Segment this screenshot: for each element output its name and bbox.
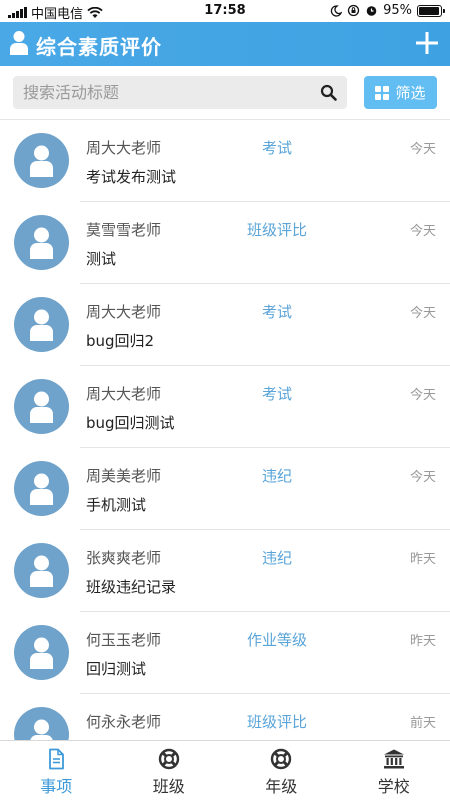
activity-list: 周大大老师 考试 今天 考试发布测试 莫雪雪老师 班级评比 今天 测试 周大大老师 考试 今天 bug… — [0, 120, 450, 740]
teacher-name: 周大大老师 — [86, 385, 162, 403]
list-item[interactable]: 莫雪雪老师 班级评比 今天测试 — [0, 202, 450, 284]
document-icon — [49, 748, 65, 770]
activity-title: 回归测试 — [86, 660, 147, 678]
list-item[interactable]: 何永永老师 班级评比 前天 — [0, 694, 450, 740]
activity-title: 考试发布测试 — [86, 168, 177, 186]
tab-label: 学校 — [377, 777, 410, 796]
battery-percent: 95% — [383, 3, 412, 18]
avatar — [14, 215, 69, 270]
category-label: 考试 — [261, 303, 292, 321]
avatar — [14, 133, 69, 188]
user-avatar-icon — [30, 473, 53, 505]
user-avatar-icon — [30, 555, 53, 587]
search-bar: 筛选 — [0, 66, 450, 120]
list-item[interactable]: 周美美老师 违纪 今天手机测试 — [0, 448, 450, 530]
lifebuoy-icon — [271, 748, 292, 770]
user-avatar-icon — [30, 227, 53, 259]
avatar — [14, 543, 69, 598]
list-item[interactable]: 周大大老师 考试 今天 bug回归测试 — [0, 366, 450, 448]
search-box[interactable] — [13, 76, 347, 109]
avatar — [14, 379, 69, 434]
rotation-lock-icon — [347, 4, 360, 17]
date-label: 今天 — [409, 224, 436, 239]
date-label: 前天 — [409, 716, 436, 731]
list-item[interactable]: 张爽爽老师 违纪 昨天班级违纪记录 — [0, 530, 450, 612]
avatar — [14, 461, 69, 516]
user-avatar-icon — [30, 719, 53, 740]
tab-label: 年级 — [265, 777, 298, 796]
filter-label: 筛选 — [395, 84, 426, 102]
school-building-icon — [383, 749, 404, 769]
moon-icon — [330, 4, 343, 17]
filter-button[interactable]: 筛选 — [364, 76, 437, 109]
status-bar: 中国电信 17:58 95% — [0, 0, 450, 22]
category-label: 违纪 — [261, 467, 292, 485]
activity-title: 手机测试 — [86, 496, 147, 514]
teacher-name: 周大大老师 — [86, 303, 162, 321]
date-label: 今天 — [409, 388, 436, 403]
app-header: 综合素质评价 — [0, 22, 450, 66]
activity-title: 测试 — [86, 250, 117, 268]
search-icon[interactable] — [320, 84, 337, 101]
user-icon — [10, 31, 28, 55]
category-label: 班级评比 — [246, 221, 307, 239]
teacher-name: 周美美老师 — [86, 467, 162, 485]
tab-grade[interactable]: 年级 — [225, 741, 338, 800]
category-label: 考试 — [261, 139, 292, 157]
teacher-name: 何永永老师 — [86, 713, 162, 731]
battery-icon — [417, 4, 445, 17]
list-item[interactable]: 何玉玉老师 作业等级 昨天回归测试 — [0, 612, 450, 694]
date-label: 昨天 — [409, 552, 436, 567]
date-label: 今天 — [409, 470, 436, 485]
date-label: 昨天 — [409, 634, 436, 649]
list-item[interactable]: 周大大老师 考试 今天考试发布测试 — [0, 120, 450, 202]
plus-icon[interactable] — [414, 30, 440, 56]
teacher-name: 何玉玉老师 — [86, 631, 162, 649]
date-label: 今天 — [409, 306, 436, 321]
tab-matters[interactable]: 事项 — [0, 741, 113, 800]
activity-title: bug回归2 — [86, 332, 155, 350]
activity-title: bug回归测试 — [86, 414, 175, 432]
alarm-icon — [366, 6, 377, 16]
teacher-name: 张爽爽老师 — [86, 549, 162, 567]
tab-label: 事项 — [40, 777, 73, 796]
category-label: 违纪 — [261, 549, 292, 567]
lifebuoy-icon — [158, 748, 179, 770]
user-avatar-icon — [30, 145, 53, 177]
category-label: 班级评比 — [246, 713, 307, 731]
page-title: 综合素质评价 — [36, 35, 162, 59]
date-label: 今天 — [409, 142, 436, 157]
user-avatar-icon — [30, 309, 53, 341]
teacher-name: 莫雪雪老师 — [86, 221, 162, 239]
tab-bar: 事项 班级 年级 学校 — [0, 740, 450, 800]
tab-school[interactable]: 学校 — [338, 741, 450, 800]
grid-icon — [375, 85, 390, 100]
activity-title: 班级违纪记录 — [86, 578, 177, 596]
user-avatar-icon — [30, 637, 53, 669]
tab-class[interactable]: 班级 — [113, 741, 226, 800]
avatar — [14, 707, 69, 740]
category-label: 作业等级 — [246, 631, 307, 649]
user-avatar-icon — [30, 391, 53, 423]
list-item[interactable]: 周大大老师 考试 今天 bug回归2 — [0, 284, 450, 366]
search-input[interactable] — [13, 76, 313, 109]
tab-label: 班级 — [152, 777, 185, 796]
avatar — [14, 625, 69, 680]
avatar — [14, 297, 69, 352]
category-label: 考试 — [261, 385, 292, 403]
teacher-name: 周大大老师 — [86, 139, 162, 157]
